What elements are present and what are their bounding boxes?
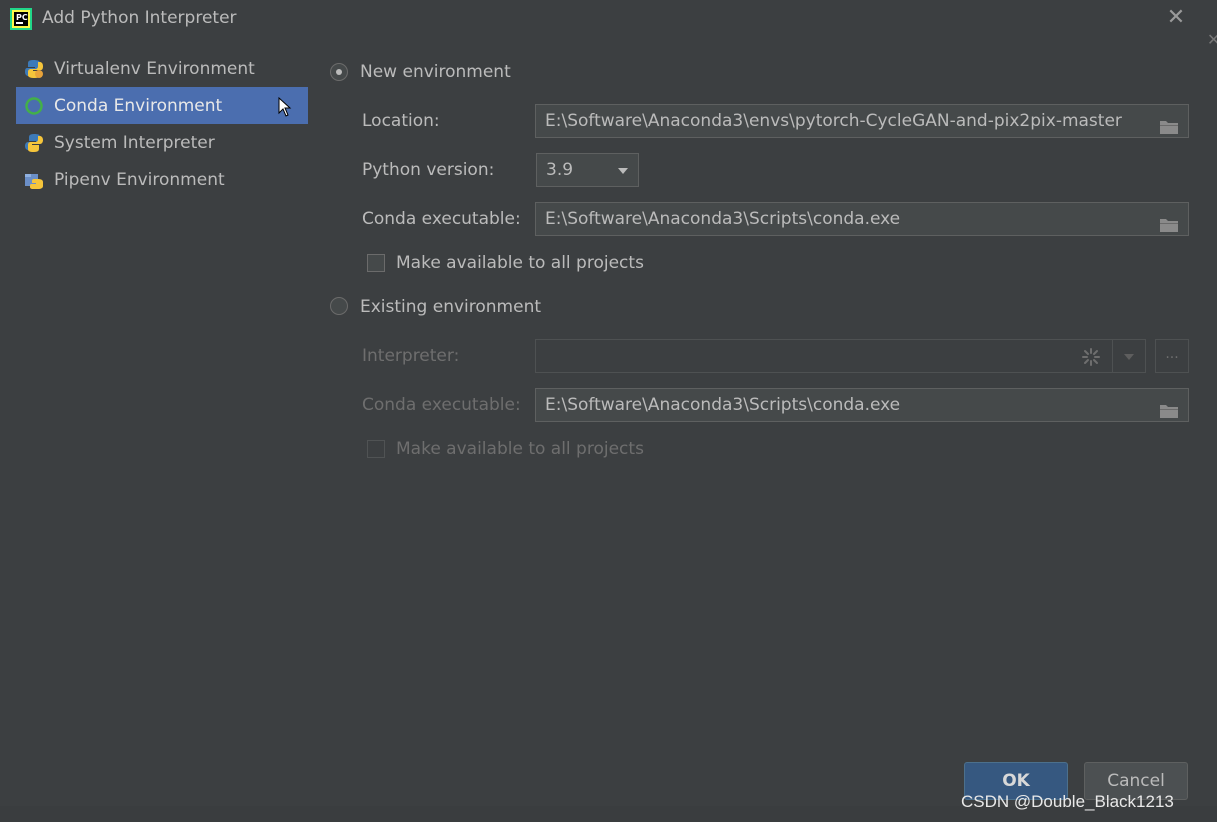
pipenv-icon — [24, 170, 44, 190]
python-version-label: Python version: — [362, 160, 495, 180]
mouse-cursor-icon — [278, 96, 292, 122]
new-environment-label: New environment — [360, 62, 511, 82]
interpreter-label: Interpreter: — [362, 346, 460, 366]
sidebar-item-label: Pipenv Environment — [54, 169, 225, 190]
new-environment-radio[interactable] — [330, 63, 348, 81]
sidebar-item-system[interactable]: System Interpreter — [16, 124, 308, 161]
folder-icon[interactable] — [1159, 398, 1179, 421]
loading-spinner-icon — [1081, 347, 1101, 372]
watermark: CSDN @Double_Black1213 — [961, 792, 1174, 811]
pycharm-app-icon: PC — [10, 8, 32, 30]
make-available-label: Make available to all projects — [396, 253, 644, 273]
python-icon — [24, 133, 44, 153]
sidebar-item-label: System Interpreter — [54, 132, 215, 153]
existing-make-available-checkbox[interactable] — [367, 440, 385, 458]
folder-icon[interactable] — [1159, 114, 1179, 137]
svg-text:PC: PC — [16, 13, 28, 22]
existing-environment-radio[interactable] — [330, 297, 348, 315]
location-value: E:\Software\Anaconda3\envs\pytorch-Cycle… — [545, 111, 1122, 131]
sidebar-item-virtualenv[interactable]: Virtualenv Environment — [16, 50, 308, 87]
environment-type-list: Virtualenv Environment Conda Environment… — [16, 50, 308, 198]
conda-executable-value: E:\Software\Anaconda3\Scripts\conda.exe — [545, 209, 901, 229]
existing-make-available-label: Make available to all projects — [396, 439, 644, 459]
existing-environment-label: Existing environment — [360, 297, 542, 317]
chevron-down-icon — [618, 168, 628, 174]
dialog-title: Add Python Interpreter — [42, 8, 237, 28]
conda-icon — [24, 96, 44, 116]
location-field[interactable]: E:\Software\Anaconda3\envs\pytorch-Cycle… — [535, 104, 1189, 138]
combo-divider — [1112, 340, 1113, 372]
folder-icon[interactable] — [1159, 212, 1179, 235]
sidebar-item-pipenv[interactable]: Pipenv Environment — [16, 161, 308, 198]
conda-executable-label-disabled: Conda executable: — [362, 395, 521, 415]
make-available-checkbox[interactable] — [367, 254, 385, 272]
conda-executable-field[interactable]: E:\Software\Anaconda3\Scripts\conda.exe — [535, 202, 1189, 236]
sidebar-item-label: Virtualenv Environment — [54, 58, 255, 79]
location-label: Location: — [362, 111, 440, 131]
sidebar-item-label: Conda Environment — [54, 95, 223, 116]
virtualenv-icon — [24, 59, 44, 79]
browse-interpreter-button[interactable]: ... — [1155, 339, 1189, 373]
close-icon[interactable]: ✕ — [1164, 6, 1188, 30]
conda-executable-value: E:\Software\Anaconda3\Scripts\conda.exe — [545, 395, 901, 415]
chevron-down-icon[interactable] — [1124, 354, 1134, 360]
title-bar: PC Add Python Interpreter ✕ — [0, 0, 1217, 38]
existing-conda-executable-field[interactable]: E:\Software\Anaconda3\Scripts\conda.exe — [535, 388, 1189, 422]
conda-executable-label: Conda executable: — [362, 209, 521, 229]
python-version-select[interactable]: 3.9 — [536, 153, 639, 187]
sidebar-item-conda[interactable]: Conda Environment — [16, 87, 308, 124]
interpreter-combo[interactable] — [535, 339, 1146, 373]
background-close-icon: ✕ — [1207, 30, 1217, 49]
python-version-value: 3.9 — [546, 160, 574, 180]
